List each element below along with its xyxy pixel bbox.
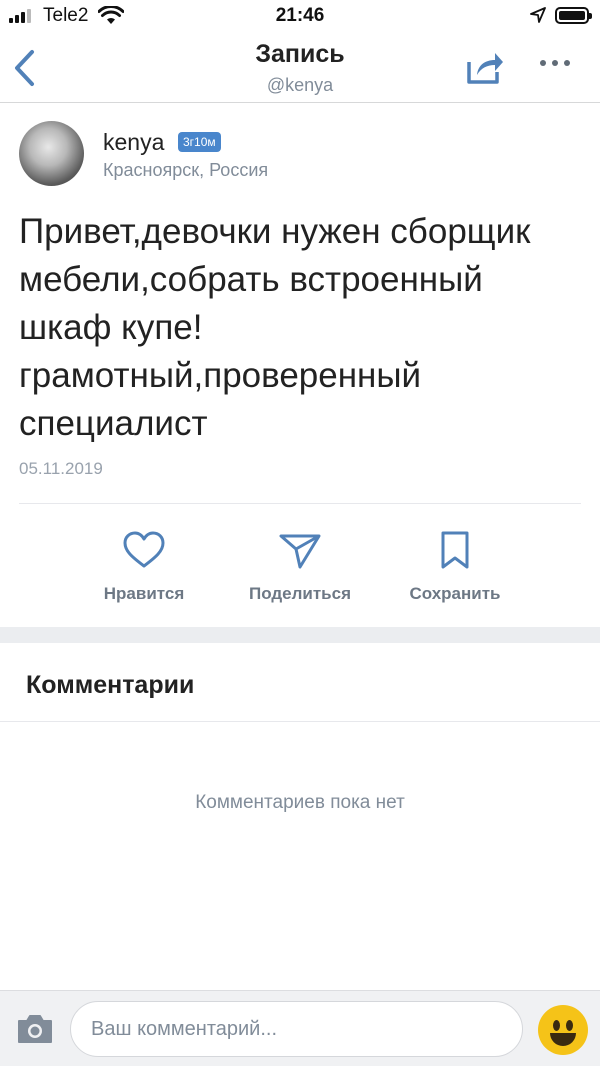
like-label: Нравится xyxy=(103,584,185,603)
comments-title: Комментарии xyxy=(26,671,195,699)
post-text-line: специалист xyxy=(19,404,208,443)
post-text-line: мебели,собрать встроенный xyxy=(19,260,483,299)
save-button[interactable]: Сохранить xyxy=(375,530,535,604)
divider xyxy=(19,503,581,504)
share-icon[interactable] xyxy=(465,48,505,86)
post-author: kenya 3г10м Красноярск, Россия xyxy=(19,121,579,191)
send-icon xyxy=(279,534,321,569)
no-comments-text: Комментариев пока нет xyxy=(195,792,405,813)
share-label: Поделиться xyxy=(248,584,352,603)
nav-bar: Запись @kenya xyxy=(0,34,600,103)
comment-composer xyxy=(0,990,600,1066)
more-icon[interactable] xyxy=(540,60,570,66)
heart-icon xyxy=(123,531,165,568)
time-badge: 3г10м xyxy=(178,132,221,152)
section-separator xyxy=(0,627,600,643)
avatar[interactable] xyxy=(19,121,84,186)
share-button[interactable]: Поделиться xyxy=(220,530,380,604)
post-text-line: шкаф купе! xyxy=(19,308,203,347)
location-arrow-icon xyxy=(530,7,546,23)
save-label: Сохранить xyxy=(409,584,501,603)
status-bar: Tele2 21:46 xyxy=(0,0,600,34)
bookmark-icon xyxy=(441,531,469,569)
like-button[interactable]: Нравится xyxy=(64,530,224,604)
author-name[interactable]: kenya xyxy=(103,129,164,156)
battery-icon xyxy=(555,7,592,24)
post-text-line: Привет,девочки нужен сборщик xyxy=(19,212,531,251)
emoji-icon[interactable] xyxy=(538,1005,588,1055)
page-subtitle: @kenya xyxy=(266,75,334,95)
post-actions: Нравится Поделиться Сохранить xyxy=(0,530,600,610)
page-title: Запись xyxy=(255,40,345,68)
post-text: Привет,девочки нужен сборщик мебели,собр… xyxy=(19,208,589,448)
camera-icon[interactable] xyxy=(16,1013,54,1045)
clock: 21:46 xyxy=(275,5,325,26)
divider xyxy=(0,721,600,722)
post-text-line: грамотный,проверенный xyxy=(19,356,422,395)
post-date: 05.11.2019 xyxy=(19,459,103,478)
author-location: Красноярск, Россия xyxy=(103,160,269,180)
comment-input[interactable] xyxy=(70,1001,523,1057)
